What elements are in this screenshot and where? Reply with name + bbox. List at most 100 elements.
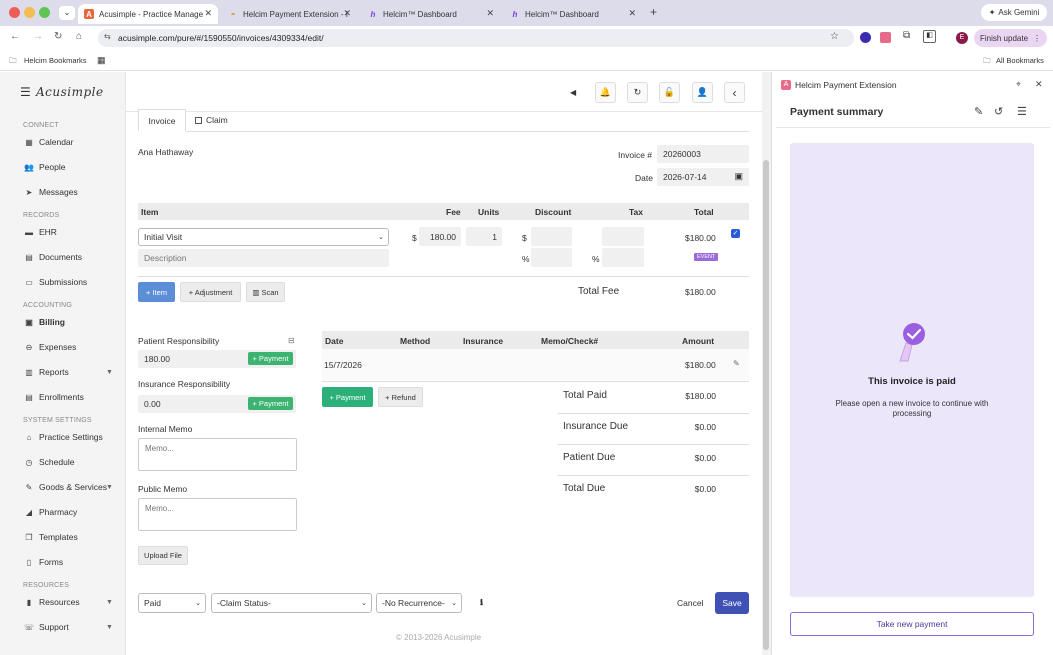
sidebar-item-expenses[interactable]: ⊖ Expenses	[23, 342, 77, 352]
line-item-checkbox[interactable]: ✓	[731, 229, 740, 238]
sidebar-item-documents[interactable]: ▤ Documents	[23, 252, 82, 262]
notifications-bell-icon[interactable]: 🔔	[595, 82, 616, 103]
puzzle-icon[interactable]: ⧉	[903, 30, 910, 41]
tab-search-icon[interactable]: ⌄	[59, 6, 75, 20]
bookmark-helcim[interactable]: Helcim Bookmarks	[24, 56, 87, 65]
tax-percent-input[interactable]	[602, 248, 644, 267]
minimize-window-icon[interactable]	[24, 7, 35, 18]
tab-helcim-extension[interactable]: ◓ Helcim Payment Extension - I ✕	[222, 4, 357, 24]
extension-icon[interactable]	[880, 32, 891, 43]
date-field[interactable]: 2026-07-14 ▣	[657, 168, 749, 186]
add-payment-button[interactable]: + Payment	[322, 387, 373, 407]
internal-memo-textarea[interactable]: Memo...	[138, 438, 297, 471]
item-select[interactable]: Initial Visit ⌄	[138, 228, 389, 246]
maximize-window-icon[interactable]	[39, 7, 50, 18]
scan-button[interactable]: ▥ Scan	[246, 282, 285, 302]
forward-icon[interactable]: →	[33, 31, 43, 42]
sidebar-item-enrollments[interactable]: ▤ Enrollments	[23, 392, 84, 402]
tab-claim[interactable]: Claim	[195, 115, 228, 125]
menu-lines-icon[interactable]: ☰	[1017, 105, 1027, 118]
new-tab-icon[interactable]: +	[650, 5, 657, 19]
scrollbar-thumb[interactable]	[763, 160, 769, 650]
edit-pencil-icon[interactable]: ✎	[974, 105, 983, 118]
sidebar-item-calendar[interactable]: ▦ Calendar	[23, 137, 73, 147]
caret-down-icon[interactable]: ▼	[106, 599, 113, 606]
back-icon[interactable]: ←	[10, 31, 20, 42]
status-select[interactable]: Paid ⌄	[138, 593, 206, 613]
sidebar-item-people[interactable]: 👥 People	[23, 162, 65, 172]
sidebar-item-billing[interactable]: ▣ Billing	[23, 317, 65, 327]
save-button[interactable]: Save	[715, 592, 749, 614]
add-adjustment-button[interactable]: + Adjustment	[180, 282, 241, 302]
main-scrollbar[interactable]	[762, 72, 771, 655]
sidebar-item-goods-services[interactable]: ✎ Goods & Services ▼	[23, 482, 113, 492]
caret-down-icon[interactable]: ▼	[106, 484, 113, 491]
extension-icon[interactable]	[860, 32, 871, 43]
add-item-button[interactable]: + Item	[138, 282, 175, 302]
reload-icon[interactable]: ↻	[54, 31, 62, 42]
user-icon[interactable]: 👤	[692, 82, 713, 103]
tax-amount-input[interactable]	[602, 227, 644, 246]
tab-invoice[interactable]: Invoice	[138, 109, 186, 131]
collapse-square-icon[interactable]: ⊟	[288, 336, 295, 345]
sidebar-item-support[interactable]: ☏ Support ▼	[23, 622, 113, 632]
apps-grid-icon[interactable]: ▦	[97, 55, 106, 66]
sidebar-item-pharmacy[interactable]: ◢ Pharmacy	[23, 507, 77, 517]
add-refund-button[interactable]: + Refund	[378, 387, 423, 407]
close-tab-icon[interactable]: ✕	[486, 8, 494, 19]
tab-acusimple[interactable]: A Acusimple - Practice Manage ✕	[78, 4, 218, 24]
discount-percent-input[interactable]	[531, 248, 572, 267]
undo-icon[interactable]: ↺	[994, 105, 1003, 118]
edit-pencil-icon[interactable]: ✎	[733, 359, 740, 368]
chevron-left-icon[interactable]: ‹	[724, 82, 745, 103]
recurrence-select[interactable]: -No Recurrence- ⌄	[376, 593, 462, 613]
patient-name[interactable]: Ana Hathaway	[138, 147, 193, 157]
sidebar-item-submissions[interactable]: ▭ Submissions	[23, 277, 87, 287]
caret-down-icon[interactable]: ▼	[106, 369, 113, 376]
bookmark-star-icon[interactable]: ☆	[830, 31, 839, 42]
sidebar-item-reports[interactable]: ▥ Reports ▼	[23, 367, 113, 377]
insurance-payment-button[interactable]: + Payment	[248, 397, 293, 410]
caret-down-icon[interactable]: ▼	[106, 624, 113, 631]
invoice-number-field[interactable]: 20260003	[657, 145, 749, 163]
side-panel-icon[interactable]: ◧	[923, 30, 936, 43]
finish-update-button[interactable]: Finish update ⋮	[974, 29, 1047, 47]
patient-payment-button[interactable]: + Payment	[248, 352, 293, 365]
ask-gemini-button[interactable]: ✦ Ask Gemini	[981, 4, 1047, 21]
sidebar-item-resources[interactable]: ▮ Resources ▼	[23, 597, 113, 607]
unlock-icon[interactable]: 🔓	[659, 82, 680, 103]
all-bookmarks[interactable]: All Bookmarks	[996, 56, 1044, 65]
collapse-left-icon[interactable]: ◀	[570, 88, 576, 97]
public-memo-textarea[interactable]: Memo...	[138, 498, 297, 531]
sidebar-item-ehr[interactable]: ▬ EHR	[23, 227, 57, 237]
cancel-button[interactable]: Cancel	[677, 598, 703, 608]
units-input[interactable]: 1	[466, 227, 502, 246]
fee-input[interactable]: 180.00	[419, 227, 461, 246]
home-icon[interactable]: ⌂	[76, 31, 82, 42]
hamburger-menu-icon[interactable]: ☰	[20, 85, 31, 99]
calendar-picker-icon[interactable]: ▣	[734, 171, 743, 182]
sidebar-item-templates[interactable]: ❐ Templates	[23, 532, 77, 542]
payment-row[interactable]: 15/7/2026 $180.00 ✎	[322, 349, 749, 380]
unpin-icon[interactable]: ⌖	[1016, 79, 1021, 90]
claim-checkbox[interactable]	[195, 116, 202, 124]
site-info-icon[interactable]: ⇆	[104, 32, 111, 41]
close-tab-icon[interactable]: ✕	[628, 8, 636, 19]
event-badge[interactable]: EVENT	[694, 253, 719, 261]
tab-helcim-dashboard-2[interactable]: h Helcim™ Dashboard ✕	[504, 4, 642, 24]
close-panel-icon[interactable]: ✕	[1035, 79, 1043, 90]
close-tab-icon[interactable]: ✕	[343, 8, 351, 19]
sidebar-item-messages[interactable]: ➤ Messages	[23, 187, 78, 197]
info-icon[interactable]: ℹ	[480, 598, 483, 607]
take-new-payment-button[interactable]: Take new payment	[790, 612, 1034, 636]
discount-amount-input[interactable]	[531, 227, 572, 246]
url-field[interactable]: ⇆ acusimple.com/pure/#/1590550/invoices/…	[98, 29, 854, 47]
tab-helcim-dashboard-1[interactable]: h Helcim™ Dashboard ✕	[362, 4, 500, 24]
sidebar-item-forms[interactable]: ▯ Forms	[23, 557, 63, 567]
sidebar-item-schedule[interactable]: ◷ Schedule	[23, 457, 75, 467]
claim-status-select[interactable]: -Claim Status- ⌄	[211, 593, 372, 613]
close-tab-icon[interactable]: ✕	[204, 8, 212, 19]
refresh-icon[interactable]: ↻	[627, 82, 648, 103]
sidebar-item-practice-settings[interactable]: ⌂ Practice Settings	[23, 432, 103, 442]
profile-avatar[interactable]: E	[956, 32, 968, 44]
